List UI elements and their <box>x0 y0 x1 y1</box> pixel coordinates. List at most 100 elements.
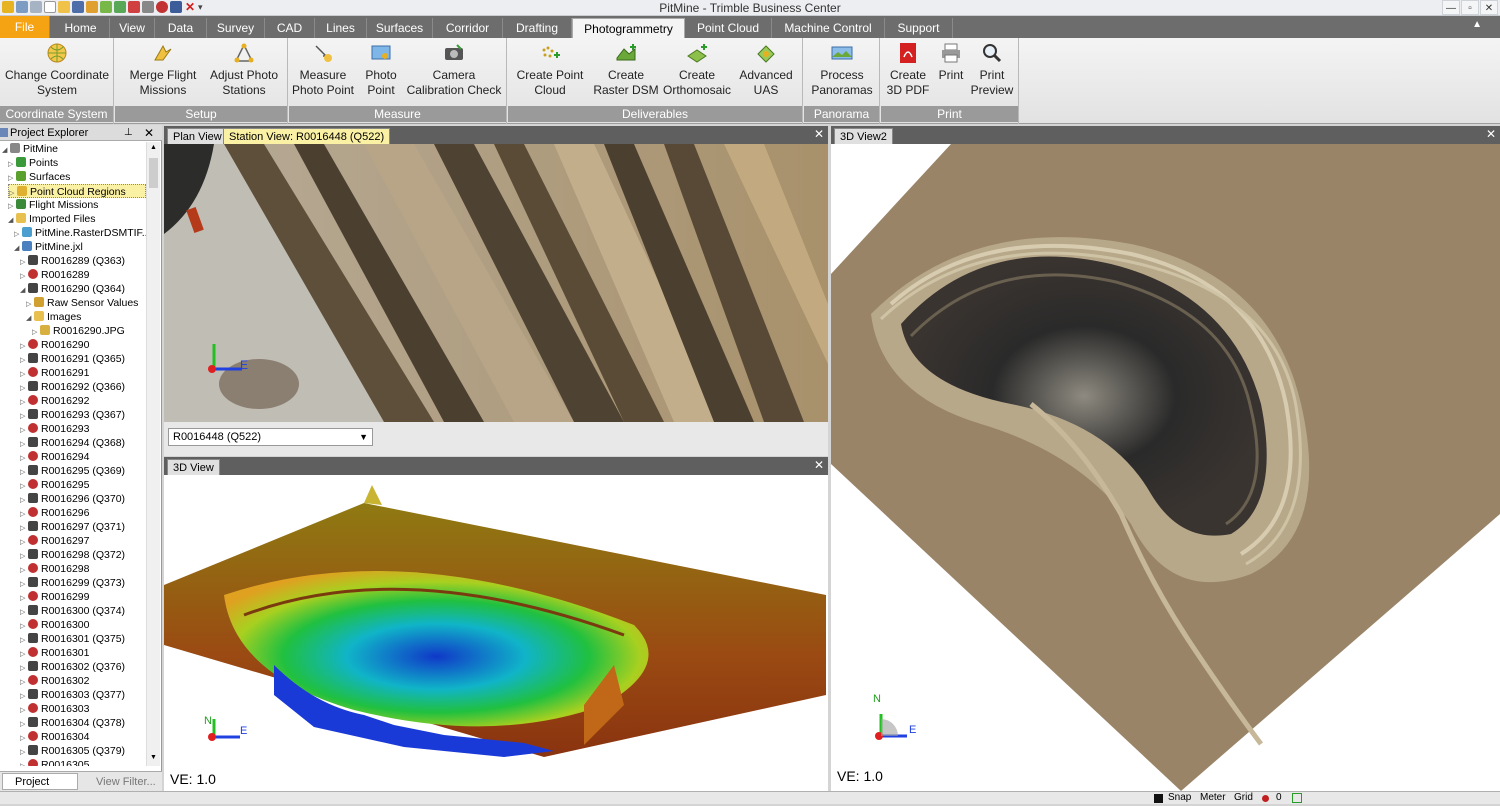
minimize-button[interactable]: — <box>1442 0 1460 15</box>
close-window-button[interactable]: ✕ <box>1480 0 1498 15</box>
pin-icon[interactable]: ⊥ <box>124 125 133 141</box>
tree-item[interactable]: ▷ Surfaces <box>8 170 70 184</box>
tree-item[interactable]: ▷ R0016302 <box>20 674 89 688</box>
advanced-uas-button[interactable]: Advanced UAS <box>734 42 798 98</box>
scroll-down-icon[interactable]: ▼ <box>150 754 157 761</box>
tree-item[interactable]: ▷ Flight Missions <box>8 198 98 212</box>
tree-item[interactable]: ▷ R0016293 (Q367) <box>20 408 125 422</box>
close-view-icon[interactable]: ✕ <box>814 458 824 472</box>
tree-item[interactable]: ▷ R0016290.JPG <box>32 324 125 338</box>
tree-item[interactable]: ▷ R0016301 (Q375) <box>20 632 125 646</box>
tab-plan-view[interactable]: Plan View <box>167 128 228 144</box>
tree-item[interactable]: ▷ R0016291 (Q365) <box>20 352 125 366</box>
tree-item[interactable]: ▷ R0016292 <box>20 394 89 408</box>
tab-data[interactable]: Data <box>155 18 207 38</box>
tree-item[interactable]: ▷ R0016304 (Q378) <box>20 716 125 730</box>
tree-item[interactable]: ▷ R0016289 <box>20 268 89 282</box>
tree-item[interactable]: ▷ Raw Sensor Values <box>26 296 138 310</box>
tree-item[interactable]: ▷ PitMine.RasterDSMTIF... <box>14 226 146 240</box>
scroll-up-icon[interactable]: ▲ <box>150 144 157 151</box>
tab-station-view[interactable]: Station View: R0016448 (Q522) <box>223 128 391 144</box>
create-3d-pdf-button[interactable]: Create 3D PDF <box>885 42 931 98</box>
tab-cad[interactable]: CAD <box>265 18 315 38</box>
tree-item[interactable]: ◢ PitMine <box>2 142 58 156</box>
tree-item[interactable]: ◢ R0016290 (Q364) <box>20 282 125 296</box>
tab-surfaces[interactable]: Surfaces <box>367 18 433 38</box>
tree-item[interactable]: ▷ R0016303 (Q377) <box>20 688 125 702</box>
tab-project-explorer[interactable]: Project Exp... <box>2 773 78 804</box>
merge-flight-missions-button[interactable]: Merge Flight Missions <box>125 42 201 98</box>
tree-item[interactable]: ▷ R0016301 <box>20 646 89 660</box>
tree-item[interactable]: ▷ R0016294 <box>20 450 89 464</box>
tab-3d-view[interactable]: 3D View <box>167 459 220 475</box>
tree-item[interactable]: ▷ R0016298 <box>20 562 89 576</box>
tree-item[interactable]: ▷ R0016297 <box>20 534 89 548</box>
tree-item[interactable]: ▷ R0016300 (Q374) <box>20 604 125 618</box>
tree-item[interactable]: ▷ R0016290 <box>20 338 89 352</box>
3d-view2-canvas[interactable]: N E VE: 1.0 <box>831 144 1500 791</box>
close-view-icon[interactable]: ✕ <box>814 127 824 141</box>
process-panoramas-button[interactable]: Process Panoramas <box>806 42 878 98</box>
adjust-photo-stations-button[interactable]: Adjust Photo Stations <box>203 42 285 98</box>
print-button[interactable]: Print <box>933 42 969 83</box>
camera-calibration-check-button[interactable]: Camera Calibration Check <box>403 42 505 98</box>
tree-item[interactable]: ▷ R0016305 (Q379) <box>20 744 125 758</box>
tree-item[interactable]: ▷ R0016294 (Q368) <box>20 436 125 450</box>
units-label[interactable]: Meter <box>1200 792 1226 804</box>
tab-file[interactable]: File <box>0 16 50 38</box>
tab-drafting[interactable]: Drafting <box>503 18 572 38</box>
tree-item[interactable]: ◢ PitMine.jxl <box>14 240 83 254</box>
grid-toggle[interactable]: Grid <box>1234 792 1253 804</box>
tab-corridor[interactable]: Corridor <box>433 18 503 38</box>
tree-item[interactable]: ▷ R0016292 (Q366) <box>20 380 125 394</box>
tree-item[interactable]: ▷ Point Cloud Regions <box>8 184 146 198</box>
snap-icon[interactable] <box>1154 794 1163 803</box>
create-point-cloud-button[interactable]: Create Point Cloud <box>512 42 588 98</box>
tree-item[interactable]: ▷ R0016295 <box>20 478 89 492</box>
change-coordinate-system-button[interactable]: Change Coordinate System <box>4 42 110 98</box>
scrollbar-thumb[interactable] <box>149 158 158 188</box>
maximize-button[interactable]: ▫ <box>1461 0 1479 15</box>
snap-toggle[interactable]: Snap <box>1168 792 1191 804</box>
tree-item[interactable]: ▷ R0016302 (Q376) <box>20 660 125 674</box>
tree-item[interactable]: ▷ R0016296 (Q370) <box>20 492 125 506</box>
station-view-image[interactable]: E <box>164 144 828 422</box>
tab-home[interactable]: Home <box>52 18 110 38</box>
tree-item[interactable]: ▷ R0016291 <box>20 366 89 380</box>
create-orthomosaic-button[interactable]: Create Orthomosaic <box>662 42 732 98</box>
tree-item[interactable]: ▷ R0016305 <box>20 758 89 766</box>
tab-lines[interactable]: Lines <box>315 18 367 38</box>
tab-survey[interactable]: Survey <box>207 18 265 38</box>
tab-support[interactable]: Support <box>885 18 953 38</box>
tree-item[interactable]: ▷ R0016296 <box>20 506 89 520</box>
tab-3d-view2[interactable]: 3D View2 <box>834 128 893 144</box>
station-select-dropdown[interactable]: R0016448 (Q522) ▼ <box>168 428 373 446</box>
tree-item[interactable]: ▷ R0016303 <box>20 702 89 716</box>
tree-item[interactable]: ◢ Imported Files <box>8 212 96 226</box>
expand-arrow-icon[interactable]: ▷ <box>20 760 28 766</box>
tree-item[interactable]: ▷ R0016300 <box>20 618 89 632</box>
measure-photo-point-button[interactable]: Measure Photo Point <box>289 42 357 98</box>
create-raster-dsm-button[interactable]: Create Raster DSM <box>590 42 662 98</box>
close-view-icon[interactable]: ✕ <box>1486 127 1496 141</box>
photo-point-button[interactable]: Photo Point <box>359 42 403 98</box>
print-preview-button[interactable]: Print Preview <box>969 42 1015 98</box>
tree-item[interactable]: ▷ R0016299 <box>20 590 89 604</box>
3d-view-canvas[interactable]: N E VE: 1.0 <box>164 475 828 791</box>
tree-scrollbar[interactable]: ▲ ▼ <box>146 142 160 766</box>
tree-item[interactable]: ▷ R0016304 <box>20 730 89 744</box>
layer-icon[interactable] <box>1292 793 1302 803</box>
tab-machine-control[interactable]: Machine Control <box>772 18 885 38</box>
tab-point-cloud[interactable]: Point Cloud <box>685 18 772 38</box>
tab-photogrammetry[interactable]: Photogrammetry <box>572 18 685 38</box>
tab-view-filter[interactable]: View Filter... <box>82 774 160 790</box>
tree-item[interactable]: ▷ R0016297 (Q371) <box>20 520 125 534</box>
tree-item[interactable]: ▷ Points <box>8 156 58 170</box>
tree-item[interactable]: ◢ Images <box>26 310 81 324</box>
collapse-ribbon-icon[interactable]: ▲ <box>1472 19 1482 30</box>
tree-item[interactable]: ▷ R0016298 (Q372) <box>20 548 125 562</box>
tree-item[interactable]: ▷ R0016295 (Q369) <box>20 464 125 478</box>
close-panel-icon[interactable]: ✕ <box>144 125 154 141</box>
tree-item[interactable]: ▷ R0016293 <box>20 422 89 436</box>
tab-view[interactable]: View <box>110 18 155 38</box>
